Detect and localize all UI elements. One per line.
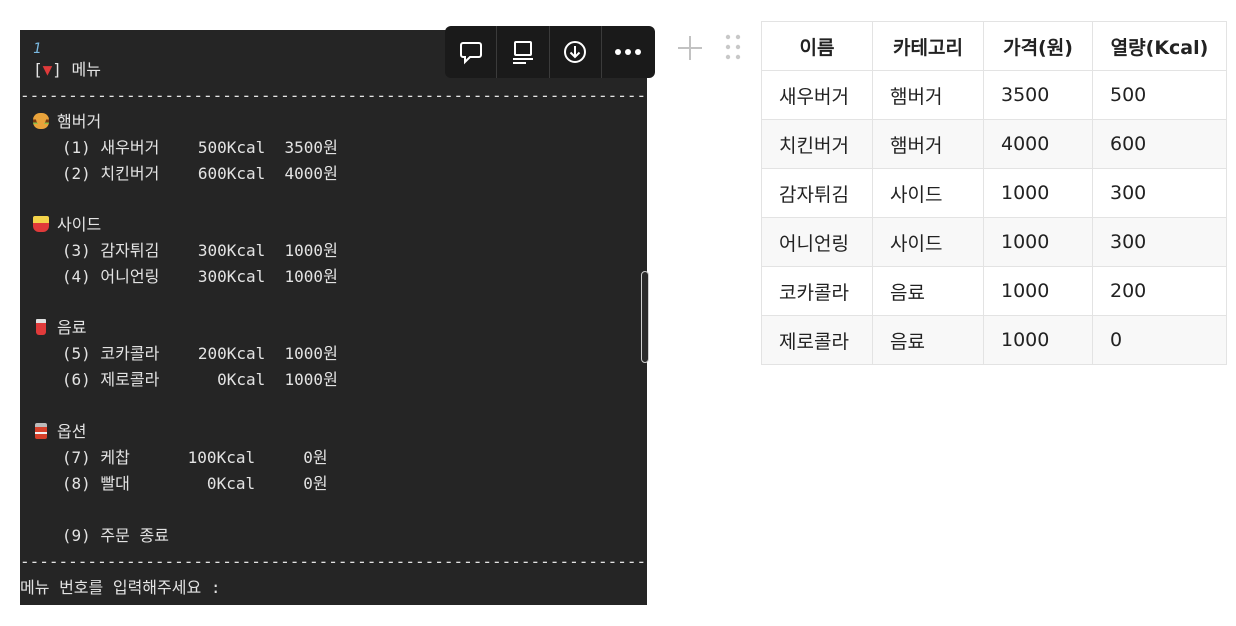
menu-item: (6) 제로콜라 0Kcal 1000원 xyxy=(33,370,338,389)
table-row: 새우버거 햄버거 3500 500 xyxy=(761,70,1227,120)
table-cell[interactable]: 4000 xyxy=(983,119,1093,169)
comment-button[interactable] xyxy=(445,26,498,78)
table-cell[interactable]: 사이드 xyxy=(872,168,984,218)
divider-top: ----------------------------------------… xyxy=(20,86,647,105)
table-cell[interactable]: 1000 xyxy=(983,168,1093,218)
download-icon xyxy=(564,41,587,63)
table-cell[interactable]: 햄버거 xyxy=(872,70,984,120)
table-row: 제로콜라 음료 1000 0 xyxy=(761,315,1227,365)
drink-icon xyxy=(36,319,46,335)
table-cell[interactable]: 500 xyxy=(1092,70,1227,120)
plus-icon[interactable] xyxy=(676,34,704,62)
table-cell[interactable]: 감자튀김 xyxy=(761,168,873,218)
section-side: 사이드 xyxy=(33,212,101,238)
table-cell[interactable]: 1000 xyxy=(983,266,1093,316)
divider-bottom: ----------------------------------------… xyxy=(20,552,647,571)
table-row: 감자튀김 사이드 1000 300 xyxy=(761,168,1227,218)
caption-button[interactable] xyxy=(497,26,550,78)
table-row: 어니언링 사이드 1000 300 xyxy=(761,217,1227,267)
table-cell[interactable]: 600 xyxy=(1092,119,1227,169)
menu-item: (2) 치킨버거 600Kcal 4000원 xyxy=(33,164,338,183)
comment-icon xyxy=(459,42,482,65)
table-cell[interactable]: 새우버거 xyxy=(761,70,873,120)
menu-header: [▼] 메뉴 xyxy=(33,57,101,83)
column-header-category[interactable]: 카테고리 xyxy=(872,21,984,71)
sauce-jar-icon xyxy=(35,423,47,439)
table-cell[interactable]: 음료 xyxy=(872,315,984,365)
column-header-name[interactable]: 이름 xyxy=(761,21,873,71)
resize-handle[interactable] xyxy=(641,271,649,363)
table-cell[interactable]: 0 xyxy=(1092,315,1227,365)
table-cell[interactable]: 코카콜라 xyxy=(761,266,873,316)
code-block: 1 [▼] 메뉴 -------------------------------… xyxy=(20,30,647,605)
table-cell[interactable]: 1000 xyxy=(983,217,1093,267)
menu-item: (5) 코카콜라 200Kcal 1000원 xyxy=(33,344,338,363)
fries-icon xyxy=(33,216,49,232)
bracket-open: [ xyxy=(33,60,43,79)
section-drink: 음료 xyxy=(33,315,86,341)
table-row: 치킨버거 햄버거 4000 600 xyxy=(761,119,1227,169)
menu-item: (4) 어니언링 300Kcal 1000원 xyxy=(33,267,338,286)
column-header-price[interactable]: 가격(원) xyxy=(983,21,1093,71)
section-title: 사이드 xyxy=(57,215,102,234)
more-button[interactable] xyxy=(602,26,655,78)
code-toolbar xyxy=(445,26,655,78)
menu-item: (3) 감자튀김 300Kcal 1000원 xyxy=(33,241,338,260)
more-icon xyxy=(615,49,642,55)
section-title: 햄버거 xyxy=(57,112,102,131)
table-cell[interactable]: 제로콜라 xyxy=(761,315,873,365)
table-cell[interactable]: 치킨버거 xyxy=(761,119,873,169)
menu-table: 이름 카테고리 가격(원) 열량(Kcal) 새우버거 햄버거 3500 500… xyxy=(761,21,1227,365)
section-title: 음료 xyxy=(57,318,87,337)
input-prompt: 메뉴 번호를 입력해주세요 : xyxy=(20,578,221,597)
table-cell[interactable]: 200 xyxy=(1092,266,1227,316)
section-hamburger: 햄버거 xyxy=(33,109,101,135)
menu-item: (7) 케찹 100Kcal 0원 xyxy=(33,448,328,467)
menu-item: (8) 빨대 0Kcal 0원 xyxy=(33,474,328,493)
table-header-row: 이름 카테고리 가격(원) 열량(Kcal) xyxy=(761,21,1227,71)
hamburger-icon xyxy=(33,113,49,129)
drag-handle-icon[interactable] xyxy=(724,34,742,64)
menu-item: (1) 새우버거 500Kcal 3500원 xyxy=(33,138,338,157)
caption-icon xyxy=(512,41,533,64)
section-title: 옵션 xyxy=(57,422,87,441)
table-cell[interactable]: 1000 xyxy=(983,315,1093,365)
section-option: 옵션 xyxy=(33,419,86,445)
table-cell[interactable]: 3500 xyxy=(983,70,1093,120)
table-cell[interactable]: 어니언링 xyxy=(761,217,873,267)
table-row: 코카콜라 음료 1000 200 xyxy=(761,266,1227,316)
table-cell[interactable]: 300 xyxy=(1092,168,1227,218)
table-cell[interactable]: 음료 xyxy=(872,266,984,316)
download-button[interactable] xyxy=(550,26,602,78)
table-cell[interactable]: 사이드 xyxy=(872,217,984,267)
table-cell[interactable]: 햄버거 xyxy=(872,119,984,169)
exit-item: (9) 주문 종료 xyxy=(33,526,169,545)
table-cell[interactable]: 300 xyxy=(1092,217,1227,267)
red-triangle-icon: ▼ xyxy=(42,60,53,79)
column-header-calories[interactable]: 열량(Kcal) xyxy=(1092,21,1227,71)
menu-title: ] 메뉴 xyxy=(52,60,101,79)
